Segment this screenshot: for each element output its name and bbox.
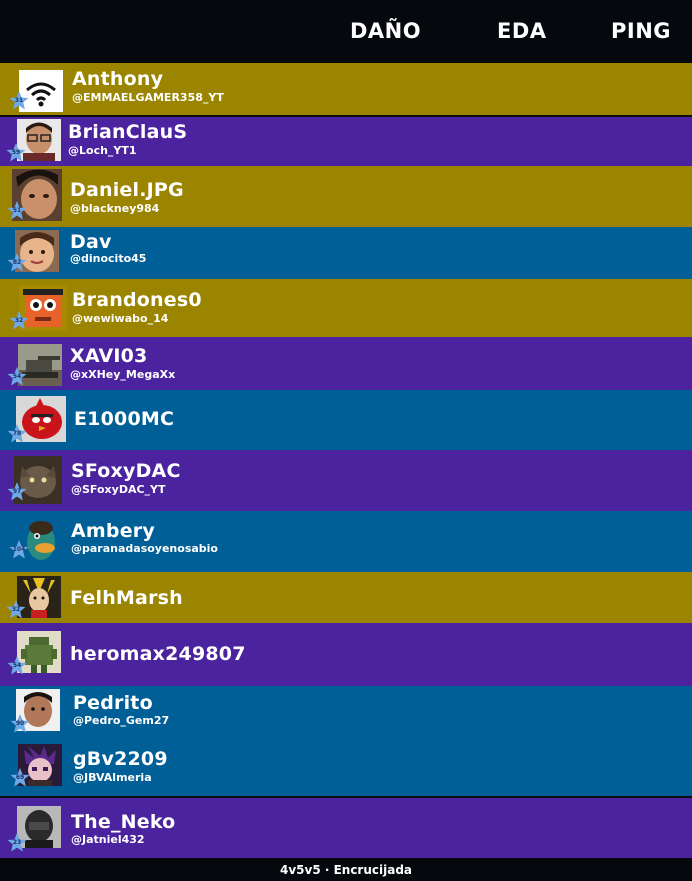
player-handle: @EMMAELGAMER358_YT <box>72 91 224 104</box>
level-star-icon: 78 <box>7 424 27 444</box>
player-name: The_Neko <box>71 811 176 833</box>
player-row[interactable]: 69 gBv2209 @JBVAlmeria <box>0 741 692 796</box>
player-name: Pedrito <box>73 692 153 714</box>
player-name: E1000MC <box>74 408 175 430</box>
level-star-icon: 32 <box>9 311 29 331</box>
level-number: 32 <box>14 317 24 324</box>
level-star-icon: 51 <box>7 201 27 221</box>
game-mode-footer: 4v5v5 · Encrucijada <box>0 858 692 881</box>
player-name: gBv2209 <box>73 748 168 770</box>
level-star-icon: 82 <box>7 253 27 273</box>
player-handle: @paranadasoyenosabio <box>71 542 218 555</box>
player-row-group: 90 Pedrito @Pedro_Gem27 69 gBv2209 @JBVA… <box>0 686 692 796</box>
level-number: 31 <box>14 97 24 104</box>
column-header-eda: EDA <box>497 19 547 43</box>
level-number: 104 <box>12 546 26 553</box>
player-row[interactable]: 32 FelhMarsh <box>0 572 692 623</box>
player-row[interactable]: 23 The_Neko @Jatniel432 <box>0 798 692 858</box>
player-row[interactable]: 54 XAVI03 @xXHey_MegaXx <box>0 337 692 390</box>
column-header-damage: DAÑO <box>350 19 422 43</box>
level-star-icon: 23 <box>7 833 27 853</box>
level-star-icon: 90 <box>10 714 30 734</box>
level-star-icon: 32 <box>6 600 26 620</box>
player-row[interactable]: 90 Pedrito @Pedro_Gem27 <box>0 686 692 741</box>
level-star-icon: 69 <box>10 768 30 788</box>
level-number: 90 <box>15 720 25 727</box>
level-number: 59 <box>11 149 21 156</box>
level-number: 78 <box>12 430 22 437</box>
level-number: 51 <box>12 207 22 214</box>
level-star-icon: 54 <box>7 656 27 676</box>
level-number: 69 <box>15 774 25 781</box>
player-handle: @Pedro_Gem27 <box>73 714 170 727</box>
player-row[interactable]: 59 BrianClauS @Loch_YT1 <box>0 117 692 166</box>
player-handle: @xXHey_MegaXx <box>70 368 176 381</box>
scoreboard-header: DAÑO EDA PING <box>0 0 692 63</box>
level-number: 97 <box>12 488 22 495</box>
player-row[interactable]: 31 Anthony @EMMAELGAMER358_YT <box>0 63 692 115</box>
player-name: Ambery <box>71 520 155 542</box>
player-handle: @blackney984 <box>70 202 160 215</box>
player-handle: @Jatniel432 <box>71 833 145 846</box>
level-number: 23 <box>12 839 22 846</box>
player-name: heromax249807 <box>70 643 246 665</box>
player-row[interactable]: 82 Dav @dinocito45 <box>0 227 692 279</box>
player-row[interactable]: 104 Ambery @paranadasoyenosabio <box>0 511 692 572</box>
level-star-icon: 59 <box>6 143 26 163</box>
player-name: XAVI03 <box>70 345 148 367</box>
level-number: 32 <box>11 606 21 613</box>
player-row[interactable]: 32 Brandones0 @wewiwabo_14 <box>0 279 692 337</box>
player-handle: @Loch_YT1 <box>68 144 137 157</box>
game-mode-label: 4v5v5 · Encrucijada <box>279 863 413 877</box>
player-handle: @JBVAlmeria <box>73 771 152 784</box>
level-star-icon: 31 <box>9 91 29 111</box>
player-row[interactable]: 51 Daniel.JPG @blackney984 <box>0 166 692 227</box>
player-name: SFoxyDAC <box>71 460 181 482</box>
player-name: Anthony <box>72 68 164 90</box>
player-handle: @SFoxyDAC_YT <box>71 483 166 496</box>
player-name: BrianClauS <box>68 121 188 143</box>
column-header-ping: PING <box>611 19 672 43</box>
player-handle: @wewiwabo_14 <box>72 312 169 325</box>
player-row[interactable]: 97 SFoxyDAC @SFoxyDAC_YT <box>0 450 692 511</box>
player-row[interactable]: 78 E1000MC <box>0 390 692 450</box>
level-number: 54 <box>12 662 22 669</box>
level-star-icon: 54 <box>7 367 27 387</box>
level-number: 54 <box>12 373 22 380</box>
level-star-icon: 104 <box>9 540 29 560</box>
level-number: 82 <box>12 259 22 266</box>
player-name: Dav <box>70 231 112 253</box>
player-name: Daniel.JPG <box>70 179 184 201</box>
player-name: Brandones0 <box>72 289 202 311</box>
player-row[interactable]: 54 heromax249807 <box>0 623 692 686</box>
player-name: FelhMarsh <box>70 587 183 609</box>
player-handle: @dinocito45 <box>70 252 147 265</box>
level-star-icon: 97 <box>7 482 27 502</box>
